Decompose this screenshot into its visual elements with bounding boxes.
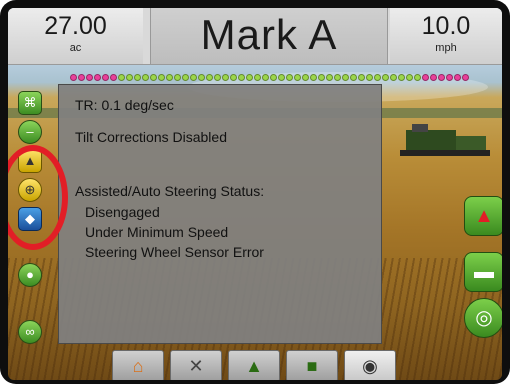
boom-section-dot xyxy=(414,74,421,81)
boom-section-dot xyxy=(102,74,109,81)
tab-tools[interactable]: ✕ xyxy=(170,350,222,380)
speed-value: 10.0 xyxy=(421,12,471,40)
boom-section-dot xyxy=(214,74,221,81)
tab-home[interactable]: ⌂ xyxy=(112,350,164,380)
home-icon: ⌂ xyxy=(132,356,144,376)
boom-section-dot xyxy=(382,74,389,81)
tools-icon: ✕ xyxy=(188,356,204,376)
arrow-up-icon: ▲ xyxy=(474,205,494,227)
boom-section-dot xyxy=(198,74,205,81)
boom-section-dot xyxy=(430,74,437,81)
boom-section-dot xyxy=(262,74,269,81)
status-info-panel: TR: 0.1 deg/sec Tilt Corrections Disable… xyxy=(58,84,382,344)
boom-section-dot xyxy=(150,74,157,81)
boom-section-dot xyxy=(94,74,101,81)
link-button[interactable]: ∞ xyxy=(18,320,42,344)
boom-section-dot xyxy=(342,74,349,81)
link-icon: ∞ xyxy=(25,324,35,339)
boom-section-dot xyxy=(126,74,133,81)
boom-section-dot xyxy=(78,74,85,81)
boom-section-dot xyxy=(222,74,229,81)
display-screen: 27.00 ac Mark A 10.0 mph ⌘ – ▲ ⊕ ◆ ● ∞ T… xyxy=(8,8,502,380)
device-frame: 27.00 ac Mark A 10.0 mph ⌘ – ▲ ⊕ ◆ ● ∞ T… xyxy=(0,0,510,384)
turn-rate-text: TR: 0.1 deg/sec xyxy=(75,97,174,113)
vehicle-view-icon: ▲ xyxy=(245,356,263,376)
boom-section-dot xyxy=(294,74,301,81)
water-drop-button[interactable]: ● xyxy=(18,263,42,287)
area-unit: ac xyxy=(69,42,82,54)
boom-section-dot xyxy=(406,74,413,81)
target-icon: ◎ xyxy=(475,307,493,329)
steering-state-speed: Under Minimum Speed xyxy=(85,224,229,240)
boom-section-dot xyxy=(326,74,333,81)
field-boundary-button[interactable]: ⌘ xyxy=(18,91,42,115)
combine-harvester xyxy=(400,124,490,156)
speed-readout[interactable]: 10.0 mph xyxy=(390,8,502,64)
tab-vehicle-view[interactable]: ▲ xyxy=(228,350,280,380)
boom-section-dot xyxy=(166,74,173,81)
boom-section-dot xyxy=(398,74,405,81)
page-title: Mark A xyxy=(200,11,338,58)
boom-section-dot xyxy=(142,74,149,81)
boom-section-dot xyxy=(334,74,341,81)
boom-section-dot xyxy=(286,74,293,81)
boom-section-dot xyxy=(238,74,245,81)
arrow-up-button[interactable]: ▲ xyxy=(464,196,502,236)
field-boundary-icon: ⌘ xyxy=(23,95,37,110)
water-drop-icon: ● xyxy=(26,267,34,282)
boom-section-dot xyxy=(446,74,453,81)
boom-section-dot xyxy=(118,74,125,81)
boom-section-dot xyxy=(110,74,117,81)
boom-section-dot xyxy=(310,74,317,81)
boom-section-dot xyxy=(246,74,253,81)
steering-status-heading: Assisted/Auto Steering Status: xyxy=(75,183,265,199)
area-value: 27.00 xyxy=(44,12,107,40)
message-button[interactable]: ▬ xyxy=(464,252,502,292)
boom-section-dot xyxy=(206,74,213,81)
boom-section-dot xyxy=(462,74,469,81)
boom-section-dot xyxy=(374,74,381,81)
field-view-icon: ■ xyxy=(306,356,318,376)
boom-section-dot xyxy=(134,74,141,81)
boom-section-indicators xyxy=(70,74,469,81)
boom-section-dot xyxy=(190,74,197,81)
boom-section-dot xyxy=(86,74,93,81)
status-bar: 27.00 ac Mark A 10.0 mph xyxy=(8,8,502,65)
minus-button[interactable]: – xyxy=(18,120,42,144)
speed-unit: mph xyxy=(435,42,457,54)
boom-section-dot xyxy=(254,74,261,81)
message-icon: ▬ xyxy=(474,261,494,283)
boom-section-dot xyxy=(270,74,277,81)
minus-icon: – xyxy=(26,124,34,139)
boom-section-dot xyxy=(182,74,189,81)
boom-section-dot xyxy=(438,74,445,81)
boom-section-dot xyxy=(390,74,397,81)
steering-state-disengaged: Disengaged xyxy=(85,204,160,220)
boom-section-dot xyxy=(230,74,237,81)
boom-section-dot xyxy=(454,74,461,81)
tab-field-view[interactable]: ■ xyxy=(286,350,338,380)
boom-section-dot xyxy=(302,74,309,81)
boom-section-dot xyxy=(318,74,325,81)
boom-section-dot xyxy=(278,74,285,81)
tab-camera[interactable]: ◉ xyxy=(344,350,396,380)
area-readout[interactable]: 27.00 ac xyxy=(8,8,143,64)
boom-section-dot xyxy=(366,74,373,81)
bottom-tab-bar: ⌂ ✕ ▲ ■ ◉ xyxy=(112,350,396,380)
boom-section-dot xyxy=(422,74,429,81)
steering-state-sensor: Steering Wheel Sensor Error xyxy=(85,244,264,260)
boom-section-dot xyxy=(350,74,357,81)
title-box[interactable]: Mark A xyxy=(150,8,388,64)
tilt-status-text: Tilt Corrections Disabled xyxy=(75,129,227,145)
camera-icon: ◉ xyxy=(362,356,378,376)
boom-section-dot xyxy=(158,74,165,81)
boom-section-dot xyxy=(174,74,181,81)
boom-section-dot xyxy=(70,74,77,81)
target-button[interactable]: ◎ xyxy=(464,298,502,338)
boom-section-dot xyxy=(358,74,365,81)
